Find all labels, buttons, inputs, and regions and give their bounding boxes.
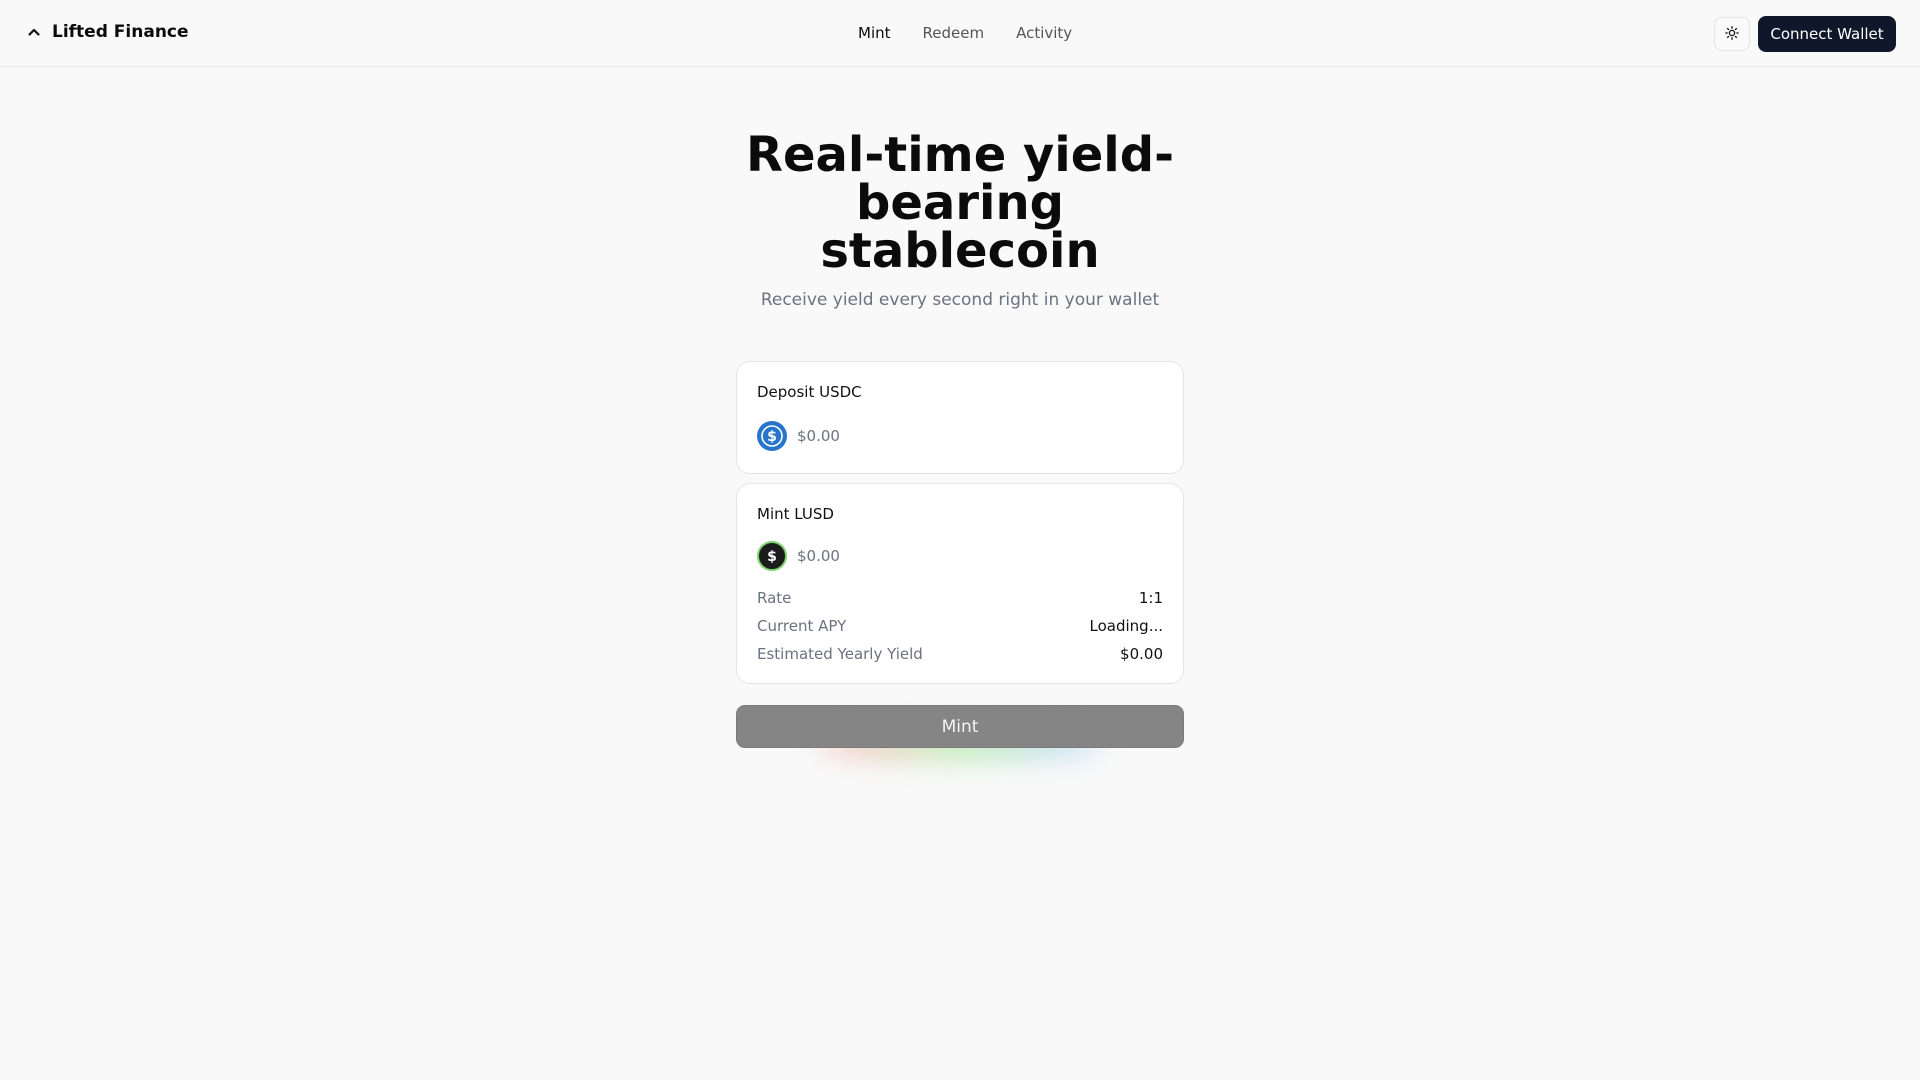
nav-mint[interactable]: Mint xyxy=(858,24,891,42)
apy-label: Current APY xyxy=(757,617,847,635)
mint-card: Mint LUSD $ Rate 1:1 Current APY Loading… xyxy=(736,483,1184,684)
nav-redeem[interactable]: Redeem xyxy=(923,24,985,42)
deposit-label: Deposit USDC xyxy=(757,383,862,401)
mint-button[interactable]: Mint xyxy=(736,705,1184,748)
deposit-amount-input[interactable] xyxy=(797,427,1097,445)
rate-label: Rate xyxy=(757,589,792,607)
deposit-card: Deposit USDC $ xyxy=(736,361,1184,474)
mint-label: Mint LUSD xyxy=(757,505,834,523)
main-nav: Mint Redeem Activity xyxy=(858,24,1072,42)
rate-row: Rate 1:1 xyxy=(757,589,1163,607)
brand-logo[interactable]: Lifted Finance xyxy=(26,22,189,42)
apy-row: Current APY Loading... xyxy=(757,617,1163,635)
brand-name: Lifted Finance xyxy=(52,22,189,42)
chevron-up-icon xyxy=(26,24,42,40)
rate-value: 1:1 xyxy=(1138,589,1163,607)
mint-amount-input[interactable] xyxy=(797,547,1097,565)
yearly-yield-row: Estimated Yearly Yield $0.00 xyxy=(757,645,1163,663)
sun-icon xyxy=(1725,25,1739,44)
page-subtitle: Receive yield every second right in your… xyxy=(760,290,1160,310)
page-title: Real-time yield-bearing stablecoin xyxy=(746,127,1174,279)
connect-wallet-button[interactable]: Connect Wallet xyxy=(1758,16,1896,52)
apy-value: Loading... xyxy=(1089,617,1163,635)
svg-text:$: $ xyxy=(767,429,777,445)
yearly-yield-label: Estimated Yearly Yield xyxy=(757,645,923,663)
usdc-coin-icon: $ xyxy=(757,421,787,451)
deposit-amount-row: $ xyxy=(757,421,1097,451)
mint-amount-row: $ xyxy=(757,541,1097,571)
top-navigation-bar: Lifted Finance Mint Redeem Activity Conn… xyxy=(0,0,1920,67)
nav-activity[interactable]: Activity xyxy=(1016,24,1072,42)
theme-toggle-button[interactable] xyxy=(1714,17,1750,51)
yearly-yield-value: $0.00 xyxy=(1120,645,1163,663)
lusd-coin-icon: $ xyxy=(757,541,787,571)
svg-text:$: $ xyxy=(767,549,777,565)
